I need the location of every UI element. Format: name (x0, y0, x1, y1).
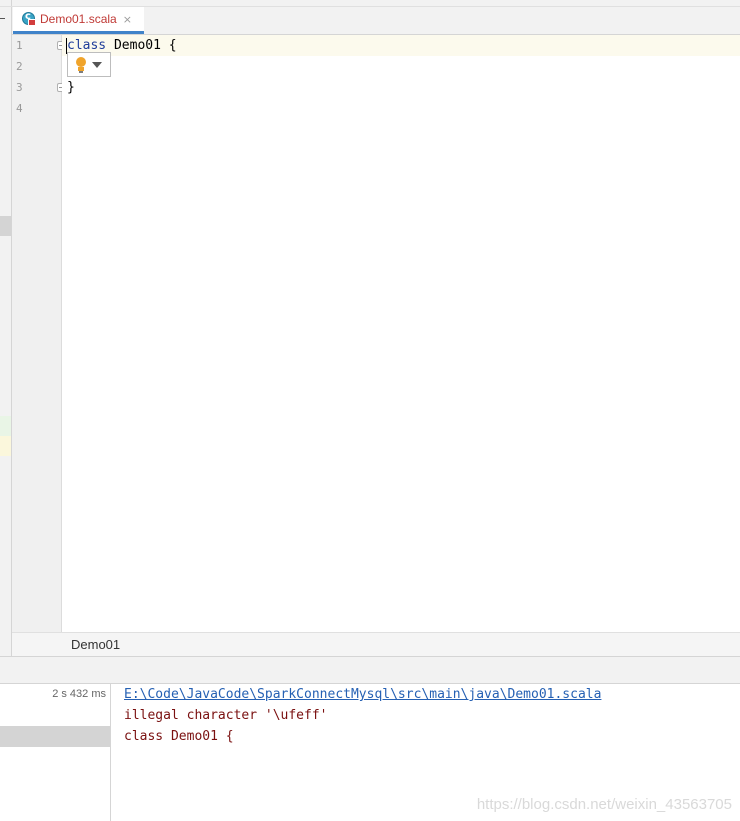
line-number: 4 (16, 102, 23, 115)
code-text: Demo01 { (106, 38, 177, 53)
left-tool-strip (0, 0, 12, 656)
build-tree-panel: 2 s 432 ms (0, 684, 111, 821)
build-tree-selected-row[interactable] (0, 726, 110, 747)
minimize-icon[interactable] (0, 18, 5, 19)
editor-gutter: 1 2 3 4 (12, 35, 66, 632)
breadcrumb-item[interactable]: Demo01 (71, 637, 120, 652)
code-editor[interactable]: class Demo01 { } (62, 35, 740, 632)
code-text: } (67, 80, 75, 95)
editor-tab-bar: c Demo01.scala × (0, 0, 740, 35)
code-line-3: } (67, 77, 75, 98)
tab-filename: Demo01.scala (40, 12, 117, 26)
breadcrumb: Demo01 (12, 632, 740, 656)
build-tool-window-header (0, 656, 740, 684)
error-file-link[interactable]: E:\Code\JavaCode\SparkConnectMysql\src\m… (124, 684, 601, 705)
line-number: 3 (16, 81, 23, 94)
tool-strip-item[interactable] (0, 436, 11, 456)
line-number: 1 (16, 39, 23, 52)
lightbulb-icon (75, 56, 87, 73)
build-duration: 2 s 432 ms (52, 688, 106, 700)
watermark: https://blog.csdn.net/weixin_43563705 (476, 796, 732, 813)
chevron-down-icon (92, 61, 102, 68)
line-number: 2 (16, 60, 23, 73)
keyword: class (67, 38, 107, 53)
tool-strip-selected-item[interactable] (0, 216, 11, 236)
tool-strip-item[interactable] (0, 416, 11, 436)
intention-actions-button[interactable] (67, 52, 111, 77)
error-message: illegal character '\ufeff' (124, 708, 328, 723)
scala-class-error-icon: c (22, 11, 36, 26)
error-code-snippet: class Demo01 { (124, 729, 234, 744)
close-icon[interactable]: × (123, 13, 132, 26)
editor-tab[interactable]: c Demo01.scala × (13, 7, 144, 34)
